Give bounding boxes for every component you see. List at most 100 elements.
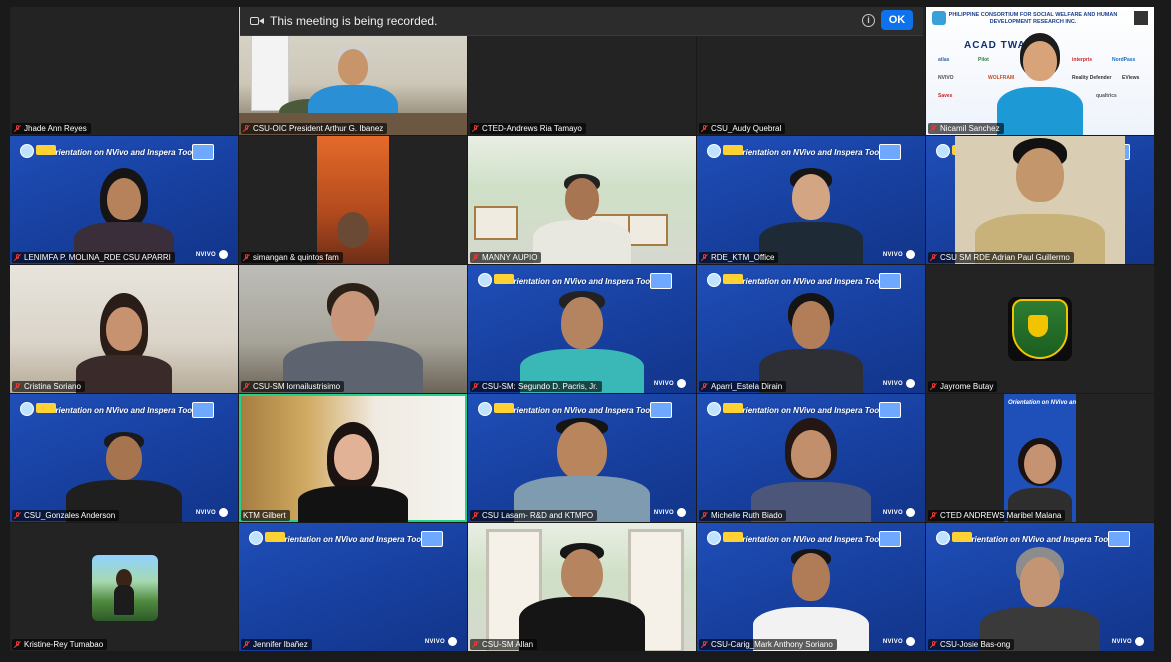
nvivo-logo: NVIVO <box>1111 639 1132 645</box>
muted-mic-icon <box>14 382 21 391</box>
partner-logo-icon <box>723 145 743 155</box>
slide-banner: Orientation on NVivo and Inspera Tools <box>697 142 925 162</box>
participant-name-label: simangan & quintos fam <box>241 252 343 263</box>
participant-tile[interactable]: CSU-SM Allan <box>468 523 696 651</box>
participant-tile[interactable]: Orientation on NVivo and Inspera Tools N… <box>697 523 925 651</box>
participant-tile[interactable]: Jhade Ann Reyes <box>10 7 238 135</box>
slide-banner: Orientation on NVivo and Inspera Tools <box>926 529 1154 549</box>
partner-logo-icon <box>494 403 514 413</box>
participant-video <box>955 136 1125 264</box>
partner-logo-icon <box>723 532 743 542</box>
info-icon[interactable]: i <box>862 14 875 27</box>
participant-tile[interactable]: Kristine-Rey Tumabao <box>10 523 238 651</box>
csu-logo-icon <box>936 144 950 158</box>
muted-mic-icon <box>930 640 937 649</box>
inspera-logo-icon <box>906 250 915 259</box>
muted-mic-icon <box>930 511 937 520</box>
sdg-logo-icon <box>192 144 214 160</box>
participant-video <box>278 281 428 393</box>
slide-banner: Orientation on NVivo and Inspera Tools <box>697 529 925 549</box>
participant-tile[interactable]: Orientation on NVivo and Inspera Tools N… <box>239 523 467 651</box>
nvivo-logo: NVIVO <box>653 510 674 516</box>
inspera-logo-icon <box>219 250 228 259</box>
participant-video <box>756 166 866 264</box>
participant-tile[interactable]: Orientation on NVivo and Inspera Tools N… <box>926 523 1154 651</box>
participant-tile[interactable]: Orientation on NVivo and Inspera Tools N… <box>468 394 696 522</box>
nvivo-logo: NVIVO <box>653 381 674 387</box>
muted-mic-icon <box>472 640 479 649</box>
muted-mic-icon <box>14 640 21 649</box>
participant-tile-active-speaker[interactable]: KTM Gilbert <box>239 394 467 522</box>
participant-video <box>517 541 647 651</box>
participant-name-label: Michelle Ruth Biado <box>699 510 787 521</box>
muted-mic-icon <box>14 511 21 520</box>
slide-banner: Orientation on NVivo and Inspera Tools <box>10 142 238 162</box>
participant-video <box>751 547 871 651</box>
slide-banner: Orientation on NVivo and Inspera Tools <box>697 400 925 420</box>
muted-mic-icon <box>930 382 937 391</box>
participant-video <box>975 547 1105 651</box>
partner-logo-icon <box>265 532 285 542</box>
csu-logo-icon <box>936 531 950 545</box>
participant-tile[interactable]: Orientation on NVivo and Inspera Tools N… <box>697 136 925 264</box>
participant-tile[interactable]: Orientation on NVivo and Inspera Tools N… <box>10 136 238 264</box>
participant-name-label: Jennifer Ibañez <box>241 639 312 650</box>
participant-tile[interactable]: Orientation on NVivo and Inspera Tools N… <box>10 394 238 522</box>
partner-logo-icon <box>723 274 743 284</box>
participant-video <box>293 422 413 522</box>
university-seal-icon <box>1012 299 1068 359</box>
muted-mic-icon <box>243 124 250 133</box>
participant-tile[interactable]: simangan & quintos fam <box>239 136 467 264</box>
participant-tile[interactable]: Orientation on NVivo and Inspera Tools N… <box>697 394 925 522</box>
participant-name-label: Aparri_Estela Dirain <box>699 381 787 392</box>
partner-logo-icon <box>36 145 56 155</box>
participant-name-label: LENIMFA P. MOLINA_RDE CSU APARRI <box>12 252 175 263</box>
sponsor-header-text: PHILIPPINE CONSORTIUM FOR SOCIAL WELFARE… <box>948 12 1118 25</box>
nvivo-logo: NVIVO <box>195 510 216 516</box>
participant-name-label: CTED-Andrews Ria Tamayo <box>470 123 586 134</box>
participant-tile[interactable]: Orientation on NVivo and Inspera Tools N… <box>697 265 925 393</box>
participant-tile[interactable]: PHILIPPINE CONSORTIUM FOR SOCIAL WELFARE… <box>926 7 1154 135</box>
muted-mic-icon <box>14 253 21 262</box>
participant-video <box>69 168 179 264</box>
slide-banner: Orientation on NVivo and Inspera Tools <box>468 271 696 291</box>
participant-tile[interactable]: Orientation on NVivo and Inspera Tools C… <box>926 136 1154 264</box>
inspera-logo-icon <box>906 637 915 646</box>
recording-message: This meeting is being recorded. <box>270 14 438 28</box>
participant-tile[interactable]: Cristina Soriano <box>10 265 238 393</box>
video-camera-icon <box>250 16 264 26</box>
muted-mic-icon <box>243 382 250 391</box>
participant-name-label: CSU_Audy Quebral <box>699 123 786 134</box>
inspera-logo-icon <box>906 508 915 517</box>
nvivo-logo: NVIVO <box>882 381 903 387</box>
muted-mic-icon <box>243 640 250 649</box>
participant-name-label: CSU-Josie Bas-ong <box>928 639 1015 650</box>
participant-name-label: CSU-SM lornailustrisimo <box>241 381 345 392</box>
participant-tile[interactable]: MANNY AUPIO <box>468 136 696 264</box>
participant-tile[interactable]: Jayrome Butay <box>926 265 1154 393</box>
inspera-logo-icon <box>1135 637 1144 646</box>
slide-banner: Orientation on NVivo and Inspera Tools <box>10 400 238 420</box>
participant-name-label: Nicamil Sanchez <box>928 123 1004 134</box>
participant-tile[interactable]: Orientation on NVivo and Inspera Tools C… <box>926 394 1154 522</box>
participant-profile-photo <box>92 555 158 621</box>
muted-mic-icon <box>472 382 479 391</box>
inspera-logo-icon <box>448 637 457 646</box>
participant-video <box>317 136 389 264</box>
nvivo-logo: NVIVO <box>195 252 216 258</box>
recording-notification-bar: This meeting is being recorded. i OK <box>240 7 923 36</box>
ok-button[interactable]: OK <box>881 10 913 30</box>
qr-code-icon <box>1134 11 1148 25</box>
sdg-logo-icon <box>879 531 901 547</box>
nvivo-logo: NVIVO <box>882 639 903 645</box>
participant-name-label: CSU-Carig_Mark Anthony Soriano <box>699 639 837 650</box>
csu-logo-icon <box>707 144 721 158</box>
sdg-logo-icon <box>421 531 443 547</box>
sdg-logo-icon <box>879 402 901 418</box>
participant-name-label: CSU_Gonzales Anderson <box>12 510 120 521</box>
muted-mic-icon <box>930 124 937 133</box>
partner-logo-icon <box>723 403 743 413</box>
participant-tile[interactable]: CSU-SM lornailustrisimo <box>239 265 467 393</box>
participant-video <box>69 293 179 393</box>
participant-tile[interactable]: Orientation on NVivo and Inspera Tools N… <box>468 265 696 393</box>
